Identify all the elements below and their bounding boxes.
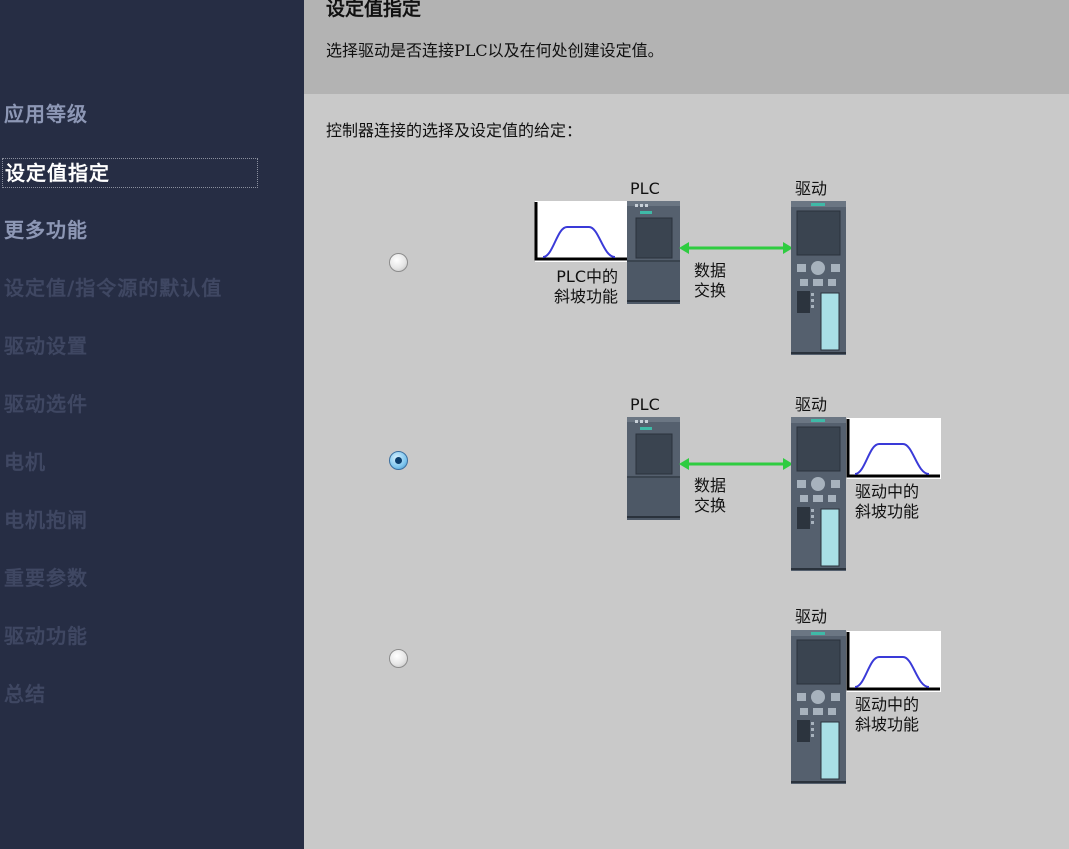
option-plc-ramp-radio[interactable] (389, 253, 408, 272)
sidebar-item-motor-brake[interactable]: 电机抱闸 (4, 506, 88, 534)
ramp-label-line1: PLC中的 (556, 267, 618, 286)
ramp-label-line1: 驱动中的 (855, 482, 920, 501)
data-exchange-arrow (679, 242, 793, 254)
sidebar-item-setpoint-defaults[interactable]: 设定值/指令源的默认值 (4, 274, 222, 302)
sidebar-item-motor[interactable]: 电机 (4, 448, 46, 476)
exchange-label-line1: 数据 (694, 476, 727, 495)
sidebar: 应用等级 设定值指定 更多功能 设定值/指令源的默认值 驱动设置 驱动选件 电机… (0, 0, 304, 849)
sidebar-item-summary[interactable]: 总结 (4, 680, 46, 708)
ramp-label-line2: 斜坡功能 (855, 502, 920, 521)
sidebar-item-important-parameters[interactable]: 重要参数 (4, 564, 88, 592)
plc-device-icon (627, 201, 680, 304)
page-header: 设定值指定 选择驱动是否连接PLC以及在何处创建设定值。 (304, 0, 1069, 94)
ramp-chart-icon (846, 631, 941, 692)
drive-device-icon (791, 201, 846, 355)
drive-label: 驱动 (795, 607, 828, 626)
page-title: 设定值指定 (326, 0, 422, 20)
sidebar-item-more-functions[interactable]: 更多功能 (4, 216, 88, 244)
plc-label: PLC (630, 395, 660, 414)
data-exchange-arrow (679, 458, 793, 470)
ramp-label-line2: 斜坡功能 (553, 287, 618, 306)
sidebar-item-drive-options[interactable]: 驱动选件 (4, 390, 88, 418)
plc-device-icon (627, 417, 680, 520)
ramp-chart-icon (534, 201, 628, 262)
exchange-label-line1: 数据 (694, 261, 727, 280)
option-drive-ramp-standalone-radio[interactable] (389, 649, 408, 668)
drive-device-icon (791, 417, 846, 571)
exchange-label-line2: 交换 (694, 496, 727, 515)
sidebar-item-setpoint[interactable]: 设定值指定 (2, 158, 258, 188)
drive-device-icon (791, 630, 846, 784)
plc-label: PLC (630, 179, 660, 198)
drive-label: 驱动 (795, 179, 828, 198)
ramp-chart-icon (846, 418, 941, 479)
ramp-label-line2: 斜坡功能 (855, 715, 920, 734)
option-drive-ramp-plc-radio[interactable] (389, 451, 408, 470)
exchange-label-line2: 交换 (694, 281, 727, 300)
sidebar-item-drive-functions[interactable]: 驱动功能 (4, 622, 88, 650)
page-subtitle: 选择驱动是否连接PLC以及在何处创建设定值。 (326, 41, 664, 60)
sidebar-item-application-class[interactable]: 应用等级 (4, 100, 88, 128)
ramp-label-line1: 驱动中的 (855, 695, 920, 714)
sidebar-item-drive-settings[interactable]: 驱动设置 (4, 332, 88, 360)
connection-prompt: 控制器连接的选择及设定值的给定： (326, 121, 583, 140)
drive-label: 驱动 (795, 395, 828, 414)
